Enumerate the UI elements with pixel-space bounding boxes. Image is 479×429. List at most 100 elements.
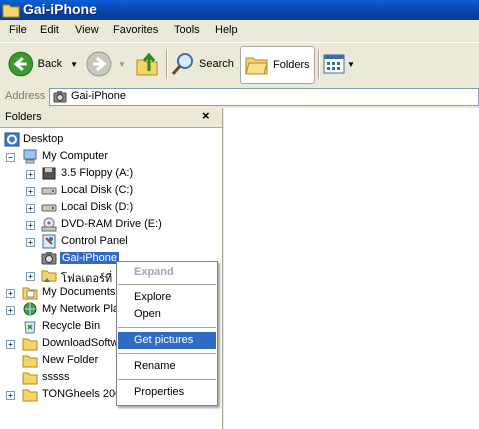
- my-documents-icon: [22, 287, 38, 300]
- expand-icon[interactable]: +: [26, 238, 35, 247]
- tree-item-label: Local Disk (C:): [61, 184, 134, 196]
- menu-favorites[interactable]: Favorites: [113, 24, 158, 36]
- tree-item-label: sssss: [42, 371, 70, 383]
- up-folder-button[interactable]: [135, 47, 161, 81]
- tree-item-label: DownloadSoftw: [42, 337, 119, 349]
- menu-file[interactable]: File: [9, 24, 27, 36]
- expand-icon[interactable]: +: [26, 204, 35, 213]
- address-input[interactable]: Gai-iPhone: [49, 88, 479, 106]
- tree-item-label: 3.5 Floppy (A:): [61, 167, 134, 179]
- tree-item-label: New Folder: [42, 354, 99, 366]
- folder-icon: [22, 372, 38, 385]
- tree-item-label: My Network Pla: [42, 303, 120, 315]
- tree-item-label: DVD-RAM Drive (E:): [61, 218, 162, 230]
- folder-icon: [22, 338, 38, 351]
- title-bar[interactable]: Gai-iPhone: [0, 0, 479, 20]
- back-arrow-icon: [8, 51, 34, 77]
- views-icon: [323, 54, 345, 74]
- expand-icon[interactable]: +: [6, 289, 15, 298]
- content-pane[interactable]: [224, 108, 479, 429]
- up-folder-icon: [136, 52, 158, 76]
- tree-item-label: Desktop: [23, 133, 64, 145]
- folders-pane-title: Folders: [5, 111, 42, 123]
- tree-item-local-disk-c[interactable]: + Local Disk (C:): [0, 183, 220, 200]
- expand-icon[interactable]: +: [26, 187, 35, 196]
- camera-icon: [41, 252, 57, 265]
- close-icon[interactable]: ×: [202, 108, 210, 123]
- folder-icon: [22, 389, 38, 402]
- back-dropdown-icon[interactable]: ▼: [70, 60, 78, 69]
- expand-icon[interactable]: +: [26, 170, 35, 179]
- context-menu-open[interactable]: Open: [118, 306, 216, 323]
- collapse-icon[interactable]: −: [6, 153, 15, 162]
- tree-item-label: My Computer: [42, 150, 109, 162]
- tree-item-label: Gai-iPhone: [60, 252, 120, 264]
- context-menu-item-label: Properties: [134, 386, 185, 398]
- context-menu-item-label: Expand: [134, 266, 174, 278]
- tree-item-local-disk-d[interactable]: + Local Disk (D:): [0, 200, 220, 217]
- context-menu: Expand Explore Open Get pictures Rename …: [116, 261, 218, 406]
- expand-icon[interactable]: +: [6, 340, 15, 349]
- context-menu-properties[interactable]: Properties: [118, 384, 216, 401]
- shared-folder-icon: [41, 270, 57, 282]
- tree-item-floppy[interactable]: + 3.5 Floppy (A:): [0, 166, 220, 183]
- address-value: Gai-iPhone: [71, 90, 127, 102]
- context-menu-item-label: Get pictures: [134, 334, 194, 346]
- context-menu-get-pictures[interactable]: Get pictures: [118, 332, 216, 349]
- menu-separator: [118, 353, 216, 354]
- tree-item-control-panel[interactable]: + Control Panel: [0, 234, 220, 251]
- views-button[interactable]: ▼: [323, 47, 357, 81]
- menu-help[interactable]: Help: [215, 24, 238, 36]
- context-menu-item-label: Open: [134, 308, 161, 320]
- desktop-icon: [4, 132, 20, 147]
- expand-icon[interactable]: +: [26, 272, 35, 281]
- expand-icon[interactable]: +: [26, 221, 35, 230]
- tree-item-label: Recycle Bin: [42, 320, 101, 332]
- back-label: Back: [37, 58, 63, 70]
- menu-edit[interactable]: Edit: [40, 24, 59, 36]
- my-computer-icon: [23, 149, 37, 164]
- search-icon: [171, 53, 193, 75]
- toolbar: Back ▼ ▼ Search Folders ▼: [0, 42, 479, 88]
- menu-separator: [118, 379, 216, 380]
- tree-item-label: Control Panel: [61, 235, 128, 247]
- expand-icon[interactable]: +: [6, 306, 15, 315]
- tree-item-desktop[interactable]: Desktop: [0, 132, 220, 149]
- tree-item-label: TONGheels 200: [42, 388, 122, 400]
- folders-label: Folders: [273, 59, 310, 71]
- context-menu-item-label: Rename: [134, 360, 176, 372]
- folder-icon: [22, 355, 38, 368]
- context-menu-item-label: Explore: [134, 291, 172, 303]
- tree-item-my-computer[interactable]: − My Computer: [0, 149, 220, 166]
- recycle-bin-icon: [24, 321, 36, 334]
- tree-item-label: My Documents: [42, 286, 116, 298]
- search-label: Search: [199, 58, 234, 70]
- folders-pane-header: Folders ×: [0, 108, 222, 128]
- search-button[interactable]: Search: [171, 47, 235, 81]
- camera-icon: [53, 91, 67, 103]
- dvd-icon: [41, 217, 57, 232]
- toolbar-separator: [318, 49, 320, 79]
- context-menu-expand[interactable]: Expand: [118, 264, 216, 281]
- back-button[interactable]: Back ▼: [8, 47, 78, 81]
- forward-dropdown-icon[interactable]: ▼: [118, 60, 126, 69]
- expand-icon[interactable]: +: [6, 391, 15, 400]
- context-menu-explore[interactable]: Explore: [118, 289, 216, 306]
- floppy-icon: [42, 167, 56, 180]
- menu-bar: File Edit View Favorites Tools Help: [0, 21, 479, 41]
- views-dropdown-icon: ▼: [347, 59, 355, 69]
- control-panel-icon: [42, 234, 56, 249]
- menu-tools[interactable]: Tools: [174, 24, 200, 36]
- disk-icon: [41, 187, 57, 195]
- menu-separator: [118, 284, 216, 285]
- folders-button[interactable]: Folders: [240, 46, 315, 84]
- folders-icon: [245, 57, 268, 75]
- window-title: Gai-iPhone: [23, 1, 97, 17]
- tree-item-dvd-drive[interactable]: + DVD-RAM Drive (E:): [0, 217, 220, 234]
- tree-item-label: Local Disk (D:): [61, 201, 134, 213]
- toolbar-separator: [166, 49, 168, 79]
- menu-separator: [118, 327, 216, 328]
- menu-view[interactable]: View: [75, 24, 99, 36]
- context-menu-rename[interactable]: Rename: [118, 358, 216, 375]
- forward-button[interactable]: ▼: [86, 47, 126, 81]
